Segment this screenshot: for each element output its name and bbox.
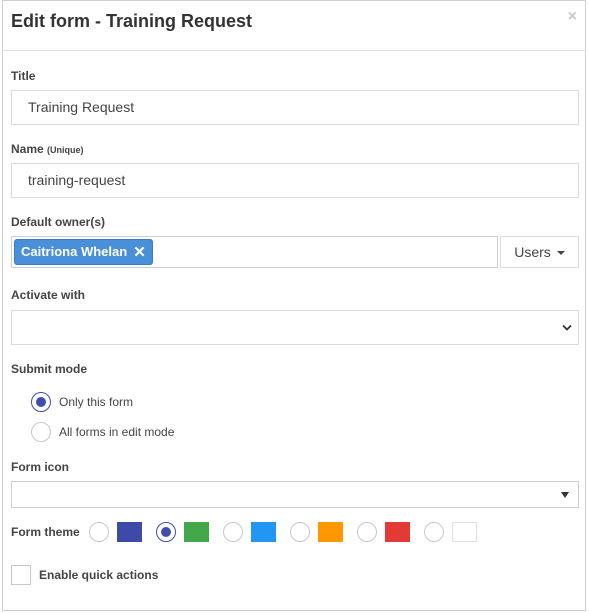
form-icon-select[interactable] (11, 481, 579, 508)
theme-color-swatch[interactable] (318, 522, 343, 542)
theme-option[interactable] (89, 522, 142, 542)
close-button[interactable]: × (568, 8, 577, 26)
theme-color-swatch[interactable] (184, 522, 209, 542)
theme-radio-button[interactable] (156, 522, 176, 542)
theme-radio-button[interactable] (89, 522, 109, 542)
edit-form-dialog: Edit form - Training Request × Title Tra… (2, 0, 586, 611)
submit-mode-option-only-this-form[interactable]: Only this form (31, 392, 133, 412)
title-label: Title (11, 69, 36, 83)
enable-quick-actions-checkbox[interactable] (11, 565, 31, 585)
theme-option[interactable] (156, 522, 209, 542)
title-input[interactable]: Training Request (11, 90, 579, 125)
radio-label: All forms in edit mode (59, 425, 175, 439)
form-theme-options (89, 522, 491, 542)
remove-owner-icon[interactable]: ✕ (133, 245, 146, 260)
theme-radio-button[interactable] (223, 522, 243, 542)
dialog-header: Edit form - Training Request × (3, 1, 585, 51)
theme-color-swatch[interactable] (385, 522, 410, 542)
chevron-down-icon (562, 324, 572, 331)
owner-tag: Caitriona Whelan ✕ (14, 239, 153, 265)
radio-button[interactable] (31, 422, 51, 442)
theme-color-swatch[interactable] (251, 522, 276, 542)
triangle-down-icon (561, 491, 569, 498)
theme-option[interactable] (424, 522, 477, 542)
submit-mode-label: Submit mode (11, 362, 88, 376)
radio-label: Only this form (59, 395, 134, 409)
owners-input[interactable]: Caitriona Whelan ✕ (11, 236, 498, 268)
owner-tag-label: Caitriona Whelan (21, 244, 128, 259)
theme-option[interactable] (223, 522, 276, 542)
dialog-title: Edit form - Training Request (11, 11, 253, 31)
theme-color-swatch[interactable] (452, 522, 477, 542)
theme-option[interactable] (357, 522, 410, 542)
submit-mode-option-all-forms[interactable]: All forms in edit mode (31, 422, 174, 442)
theme-option[interactable] (290, 522, 343, 542)
name-label-text: Name (11, 142, 44, 156)
form-icon-label: Form icon (11, 460, 70, 474)
name-label: Name (Unique) (11, 142, 84, 156)
activate-with-select[interactable] (11, 310, 579, 345)
name-input[interactable]: training-request (11, 163, 579, 198)
users-button-label: Users (514, 244, 551, 260)
theme-color-swatch[interactable] (117, 522, 142, 542)
caret-down-icon (556, 251, 565, 255)
theme-radio-button[interactable] (424, 522, 444, 542)
users-dropdown-button[interactable]: Users (500, 236, 579, 268)
theme-radio-button[interactable] (290, 522, 310, 542)
theme-radio-button[interactable] (357, 522, 377, 542)
enable-quick-actions-label: Enable quick actions (39, 568, 159, 582)
name-unique-note: (Unique) (47, 145, 84, 155)
form-theme-label: Form theme (11, 525, 80, 539)
default-owners-label: Default owner(s) (11, 215, 106, 229)
activate-with-label: Activate with (11, 288, 86, 302)
radio-button[interactable] (31, 392, 51, 412)
